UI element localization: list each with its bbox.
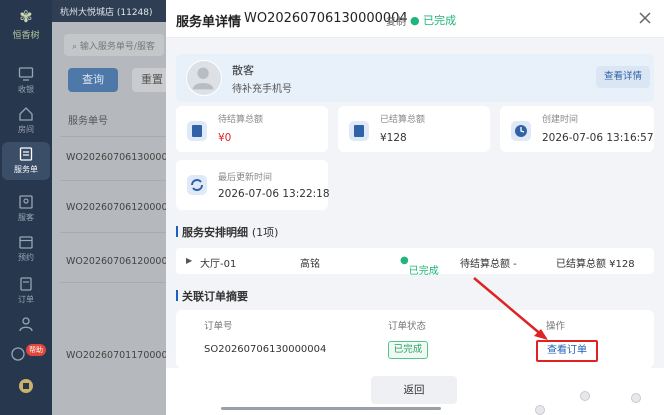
nav-label: 房间 xyxy=(18,125,34,134)
stat-card-settled: 已结算总额 ¥128 xyxy=(338,106,490,152)
list-item[interactable]: WO20260706130000000 xyxy=(66,152,166,163)
drawer-title: 服务单详情 xyxy=(176,15,242,30)
pending-total: 待结算总额 - xyxy=(460,259,517,270)
logo-mark-icon: ✾ xyxy=(19,7,33,26)
column-header: 操作 xyxy=(546,321,566,332)
search-icon: ⌕ xyxy=(72,42,80,52)
order-status-tag: 已完成 xyxy=(388,341,428,359)
staff-name: 高铭 xyxy=(300,259,320,270)
customer-name: 散客 xyxy=(232,64,254,77)
decor-dot xyxy=(580,391,590,401)
nav-item-booking[interactable]: 预约 xyxy=(2,232,50,264)
divider xyxy=(60,282,166,283)
nav-label: 服客 xyxy=(18,213,34,222)
nav-item-customers[interactable]: 服客 xyxy=(2,192,50,224)
list-item[interactable]: WO20260701170000000 xyxy=(66,350,166,361)
stat-card-updated: 最后更新时间 2026-07-06 13:22:18 xyxy=(176,160,330,210)
nav-label: 服务单 xyxy=(14,165,38,174)
refresh-icon xyxy=(187,175,207,195)
stat-label: 已结算总额 xyxy=(380,115,426,125)
customer-icon xyxy=(19,195,33,209)
column-header: 订单号 xyxy=(204,321,233,332)
stat-card-pending: 待结算总额 ¥0 xyxy=(176,106,328,152)
home-indicator[interactable] xyxy=(221,407,441,410)
column-header: 订单状态 xyxy=(388,321,427,332)
help-icon xyxy=(11,347,25,361)
room-name: 大厅-01 xyxy=(200,259,237,270)
query-button[interactable]: 查询 xyxy=(68,68,118,92)
help-badge[interactable]: 帮助 xyxy=(6,344,46,364)
stat-label: 待结算总额 xyxy=(218,115,264,125)
linked-orders-table: 订单号 订单状态 操作 SO20260706130000004 已完成 查看订单 xyxy=(176,310,654,368)
nav-label: 预约 xyxy=(18,253,34,262)
customer-card: 散客 待补充手机号 查看详情 xyxy=(176,54,654,102)
stat-label: 最后更新时间 xyxy=(218,173,273,183)
back-button[interactable]: 返回 xyxy=(371,376,457,404)
cashier-icon xyxy=(18,67,34,81)
nav-item-service-order[interactable]: 服务单 xyxy=(2,142,50,180)
app-logo: ✾ 恒香树 xyxy=(4,7,48,42)
store-bar: 杭州大悦城店 (11248) xyxy=(52,0,166,22)
stat-card-created: 创建时间 2026-07-06 13:16:57 xyxy=(500,106,654,152)
calendar-icon xyxy=(19,236,33,249)
list-item[interactable]: WO20260706120000000 xyxy=(66,202,166,213)
expand-icon[interactable]: ▶ xyxy=(186,256,192,265)
settled-total: 已结算总额 ¥128 xyxy=(556,259,635,270)
member-icon xyxy=(19,317,33,332)
arrangement-status-text: 已完成 xyxy=(408,266,439,277)
drawer-footer: 返回 xyxy=(166,368,664,415)
view-order-button[interactable]: 查看订单 xyxy=(536,340,598,362)
profile-icon xyxy=(19,379,33,393)
decor-dot xyxy=(535,405,545,415)
arrangement-row[interactable]: ▶ 大厅-01 高铭 ● 已完成 待结算总额 - 已结算总额 ¥128 xyxy=(176,248,654,277)
nav-rail: ✾ 恒香树 收银 房间 服务单 服客 预约 订单 帮助 xyxy=(0,0,52,415)
drawer-header: 服务单详情 WO20260706130000004 复制 ● 已完成 xyxy=(166,0,664,38)
linked-order-number: SO20260706130000004 xyxy=(204,344,327,355)
status-text: 已完成 xyxy=(423,14,457,27)
divider xyxy=(60,180,166,181)
nav-item-rooms[interactable]: 房间 xyxy=(2,104,50,136)
nav-item-profile[interactable] xyxy=(2,378,50,400)
section-count: (1项) xyxy=(251,226,279,239)
stat-label: 创建时间 xyxy=(542,115,579,125)
orders-section-title: 关联订单摘要 xyxy=(176,288,248,304)
search-input[interactable]: ⌕ 输入服务单号/服客 xyxy=(64,34,164,56)
stat-value: 2026-07-06 13:22:18 xyxy=(218,188,330,200)
nav-label: 收银 xyxy=(18,85,34,94)
settled-amount-icon xyxy=(349,121,369,141)
close-icon[interactable] xyxy=(636,9,654,27)
arrangement-section-title: 服务安排明细 (1项) xyxy=(176,224,278,240)
clock-icon xyxy=(511,121,531,141)
help-badge-label: 帮助 xyxy=(26,344,46,356)
nav-item-members[interactable] xyxy=(2,316,50,340)
service-order-detail-drawer: 服务单详情 WO20260706130000004 复制 ● 已完成 散客 待补… xyxy=(166,0,664,415)
stat-value: ¥128 xyxy=(380,132,407,144)
pending-amount-icon xyxy=(187,121,207,141)
nav-item-cashier[interactable]: 收银 xyxy=(2,64,50,96)
avatar xyxy=(186,60,222,96)
nav-item-orders[interactable]: 订单 xyxy=(2,274,50,306)
nav-label: 订单 xyxy=(18,295,34,304)
search-placeholder: 输入服务单号/服客 xyxy=(79,42,155,52)
order-icon xyxy=(20,277,32,291)
arrangement-status: ● 已完成 xyxy=(400,255,439,277)
order-number: WO20260706130000004 xyxy=(244,11,408,26)
home-icon xyxy=(19,107,33,121)
logo-name: 恒香树 xyxy=(12,31,40,41)
service-order-icon xyxy=(19,147,33,161)
list-item[interactable]: WO20260706120000000 xyxy=(66,256,166,267)
copy-button[interactable]: 复制 xyxy=(386,13,406,28)
stat-value: 2026-07-06 13:16:57 xyxy=(542,132,654,144)
section-title-text: 服务安排明细 xyxy=(182,226,248,239)
divider xyxy=(60,136,166,137)
divider xyxy=(60,232,166,233)
stat-value: ¥0 xyxy=(218,132,232,144)
customer-phone: 待补充手机号 xyxy=(232,84,292,95)
view-customer-detail-button[interactable]: 查看详情 xyxy=(596,66,650,88)
user-icon xyxy=(192,67,214,90)
status-badge: ● 已完成 xyxy=(410,14,457,27)
column-header-order-no: 服务单号 xyxy=(68,116,108,127)
decor-dot xyxy=(631,393,641,403)
